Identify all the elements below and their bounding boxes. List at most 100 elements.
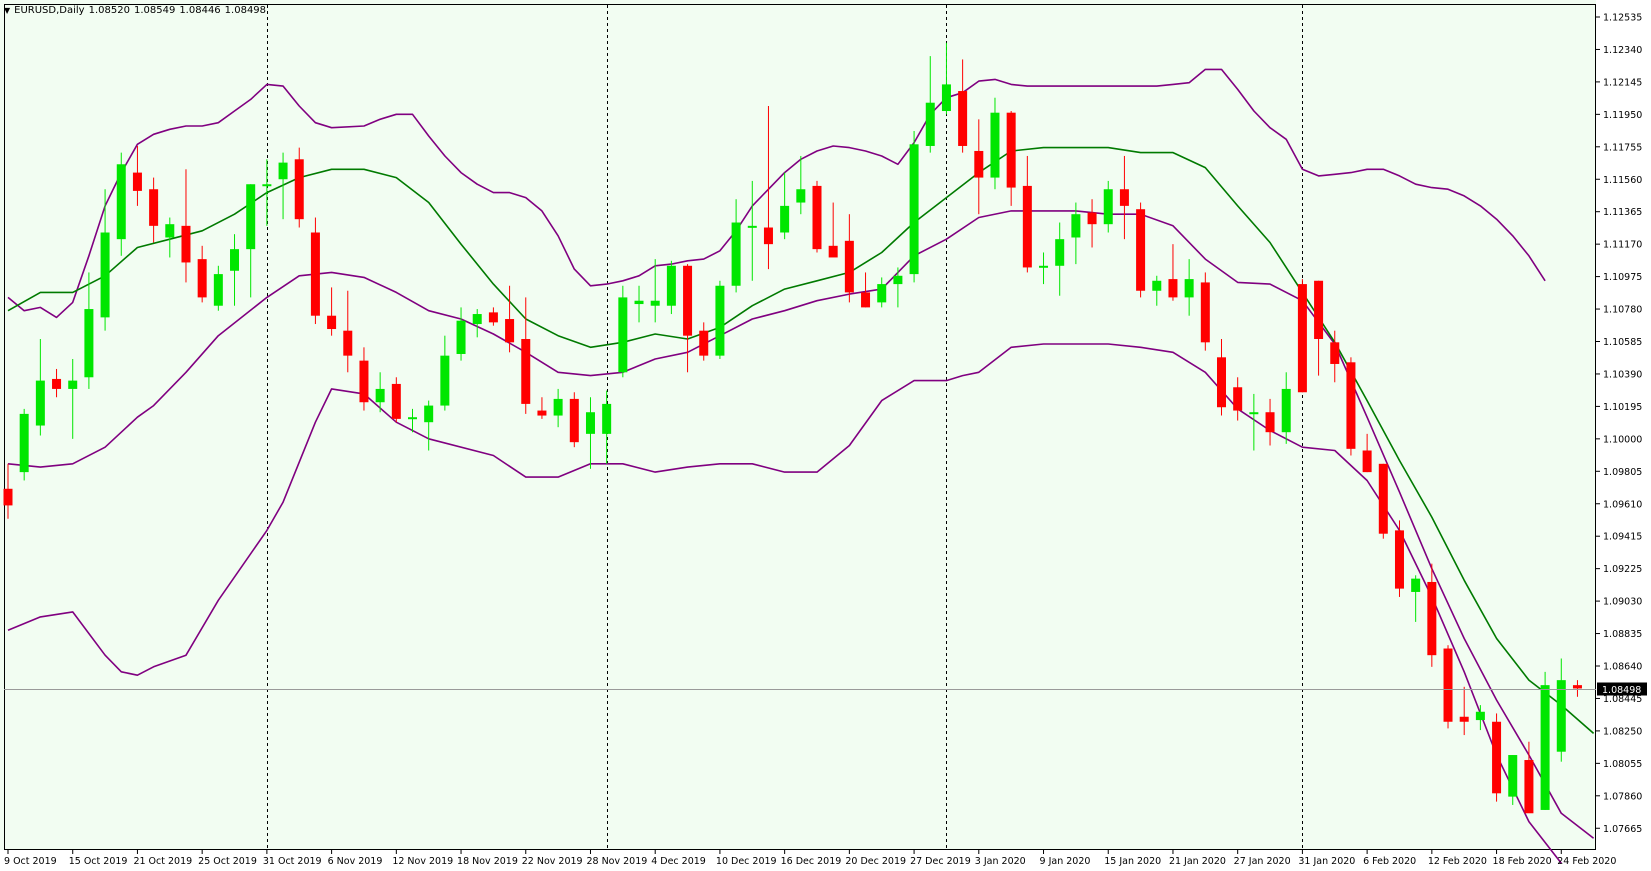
candle — [1540, 671, 1550, 810]
candle-body — [472, 314, 482, 325]
candle-body — [1492, 721, 1502, 794]
candle-body — [585, 412, 595, 434]
price-tick-label: 1.08640 — [1603, 662, 1642, 673]
candle-body — [1136, 209, 1146, 291]
candle-body — [1184, 279, 1194, 298]
price-tick-label: 1.09805 — [1603, 467, 1642, 478]
candle-body — [537, 410, 547, 416]
time-tick-label: 12 Nov 2019 — [392, 856, 453, 867]
time-tick-label: 6 Feb 2020 — [1363, 856, 1416, 867]
candle-body — [1281, 388, 1291, 433]
low-value: 1.08446 — [179, 5, 221, 16]
candle-body — [197, 259, 207, 298]
time-tick-label: 21 Jan 2020 — [1169, 856, 1226, 867]
candle-body — [488, 312, 498, 323]
candle-body — [1411, 578, 1421, 592]
candle-body — [699, 330, 709, 356]
price-tick-label: 1.10585 — [1603, 337, 1642, 348]
candle — [569, 392, 579, 448]
candle-body — [505, 319, 515, 343]
candle-body — [553, 398, 563, 416]
candle-body — [683, 265, 693, 336]
candle-body — [359, 360, 369, 403]
candle — [1297, 279, 1307, 393]
candle-body — [715, 285, 725, 356]
candle-body — [246, 184, 256, 250]
candle-body — [828, 245, 838, 258]
candle-body — [925, 102, 935, 146]
candle-body — [634, 300, 644, 305]
candle-body — [1119, 189, 1129, 206]
candle-body — [958, 91, 968, 146]
candle-body — [812, 185, 822, 250]
candle-body — [132, 172, 142, 191]
candle-body — [1217, 357, 1226, 408]
candle — [294, 147, 304, 228]
candle-body — [1055, 239, 1065, 266]
candle-body — [343, 330, 353, 356]
candle-body — [1265, 412, 1275, 433]
candle — [391, 377, 401, 423]
candle-body — [1152, 280, 1162, 291]
price-axis[interactable]: 1.12535 1.12340 1.12145 1.11950 1.11755 1.115… — [1596, 13, 1647, 835]
candle-body — [1394, 530, 1404, 589]
candle-body — [877, 284, 887, 303]
open-value: 1.08520 — [88, 5, 130, 16]
candle-body — [456, 320, 466, 354]
chart-window[interactable]: 1.12535 1.12340 1.12145 1.11950 1.11755 1.115… — [0, 0, 1651, 871]
candle-body — [391, 383, 401, 419]
price-tick-label: 1.12145 — [1603, 77, 1642, 88]
candle-body — [521, 339, 531, 404]
price-tick-label: 1.12535 — [1603, 13, 1642, 24]
candle-body — [35, 380, 45, 426]
candle — [1443, 645, 1453, 729]
time-tick-label: 9 Oct 2019 — [4, 856, 57, 867]
candle-body — [1362, 450, 1372, 473]
time-tick-label: 25 Oct 2019 — [198, 856, 257, 867]
candle-body — [941, 84, 951, 112]
candle-body — [844, 240, 854, 293]
time-tick-label: 22 Nov 2019 — [522, 856, 583, 867]
candle — [909, 130, 919, 283]
candle-body — [19, 413, 29, 473]
time-tick-label: 28 Nov 2019 — [586, 856, 647, 867]
candle-body — [100, 232, 110, 318]
candle — [1136, 202, 1146, 298]
candle-body — [52, 378, 62, 389]
candle — [1200, 272, 1210, 351]
time-tick-label: 15 Jan 2020 — [1104, 856, 1161, 867]
price-tick-label: 1.09225 — [1603, 564, 1642, 575]
triangle-down-icon[interactable]: ▼ — [4, 6, 10, 15]
candle-body — [763, 227, 773, 245]
price-tick-label: 1.10975 — [1603, 272, 1642, 283]
candle-body — [1022, 185, 1032, 268]
candle-body — [181, 225, 191, 263]
candle-body — [796, 189, 806, 203]
symbol-label: EURUSD,Daily — [14, 5, 85, 16]
candle-body — [3, 488, 13, 506]
price-tick-label: 1.08055 — [1603, 759, 1642, 770]
candle-body — [618, 297, 628, 373]
candle — [1378, 463, 1388, 539]
price-tick-label: 1.11365 — [1603, 207, 1642, 218]
candle-body — [747, 225, 757, 228]
candle-body — [780, 205, 790, 233]
price-tick-label: 1.11755 — [1603, 142, 1642, 153]
candle-body — [327, 315, 337, 330]
price-tick-label: 1.10195 — [1603, 402, 1642, 413]
candle-body — [1314, 280, 1324, 340]
candle-body — [294, 159, 304, 220]
candle-body — [1330, 342, 1340, 364]
price-chart[interactable]: 1.12535 1.12340 1.12145 1.11950 1.11755 1.115… — [0, 0, 1651, 871]
time-axis[interactable]: 9 Oct 2019 15 Oct 2019 21 Oct 2019 25 Oct 2… — [4, 850, 1616, 867]
candle-body — [165, 224, 175, 238]
candle-body — [310, 232, 320, 316]
time-tick-label: 10 Dec 2019 — [716, 856, 777, 867]
candle-body — [68, 380, 78, 389]
price-tick-label: 1.11560 — [1603, 175, 1642, 186]
candle-body — [1524, 760, 1534, 814]
price-tick-label: 1.09415 — [1603, 532, 1642, 543]
symbol-info-bar: ▼ EURUSD,Daily 1.08520 1.08549 1.08446 1… — [4, 5, 266, 16]
high-value: 1.08549 — [133, 5, 176, 16]
price-tick-label: 1.08250 — [1603, 726, 1642, 737]
